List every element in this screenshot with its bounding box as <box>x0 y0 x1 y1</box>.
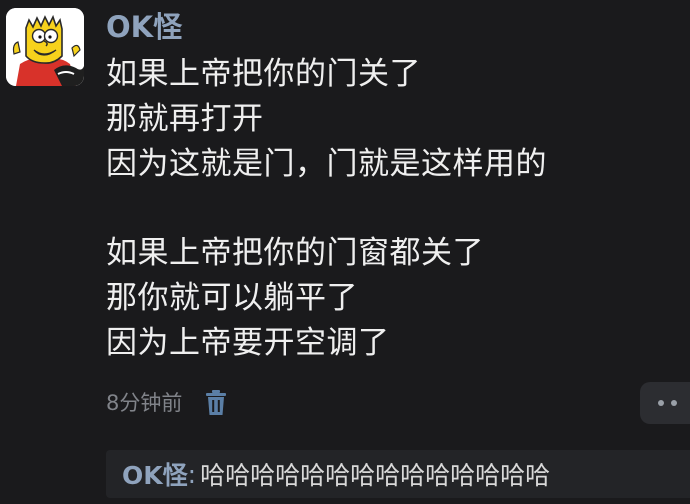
comment-author[interactable]: OK怪 <box>122 456 188 492</box>
comment-separator: : <box>187 459 197 489</box>
post-author-name[interactable]: OK怪 <box>106 8 182 46</box>
post-text-line: 如果上帝把你的门关了 <box>106 56 421 92</box>
comment-list: OK怪 : 哈哈哈哈哈哈哈哈哈哈哈哈哈哈 <box>106 450 690 498</box>
more-dots-button[interactable] <box>640 382 690 424</box>
bart-simpson-avatar-icon <box>6 8 84 86</box>
trash-icon <box>206 390 227 415</box>
post-content: 如果上帝把你的门关了 那就再打开 因为这就是门，门就是这样用的 如果上帝把你的门… <box>106 52 676 366</box>
post-text-line: 那你就可以躺平了 <box>106 280 358 316</box>
post-paragraph: 如果上帝把你的门窗都关了 那你就可以躺平了 因为上帝要开空调了 <box>106 231 676 366</box>
post-text-line: 因为这就是门，门就是这样用的 <box>106 146 547 182</box>
more-dots-icon <box>671 400 677 406</box>
post-text-line: 如果上帝把你的门窗都关了 <box>106 235 484 271</box>
moment-post: OK怪 如果上帝把你的门关了 那就再打开 因为这就是门，门就是这样用的 如果上帝… <box>0 0 690 504</box>
delete-button[interactable] <box>204 388 228 418</box>
post-paragraph: 如果上帝把你的门关了 那就再打开 因为这就是门，门就是这样用的 <box>106 52 676 187</box>
post-text-line: 因为上帝要开空调了 <box>106 325 390 361</box>
post-meta: 8分钟前 <box>106 386 228 420</box>
post-text-line: 那就再打开 <box>106 101 264 137</box>
post-timestamp: 8分钟前 <box>106 391 183 415</box>
avatar[interactable] <box>6 8 84 86</box>
comment-text[interactable]: 哈哈哈哈哈哈哈哈哈哈哈哈哈哈 <box>200 456 550 492</box>
more-dots-icon <box>658 400 664 406</box>
